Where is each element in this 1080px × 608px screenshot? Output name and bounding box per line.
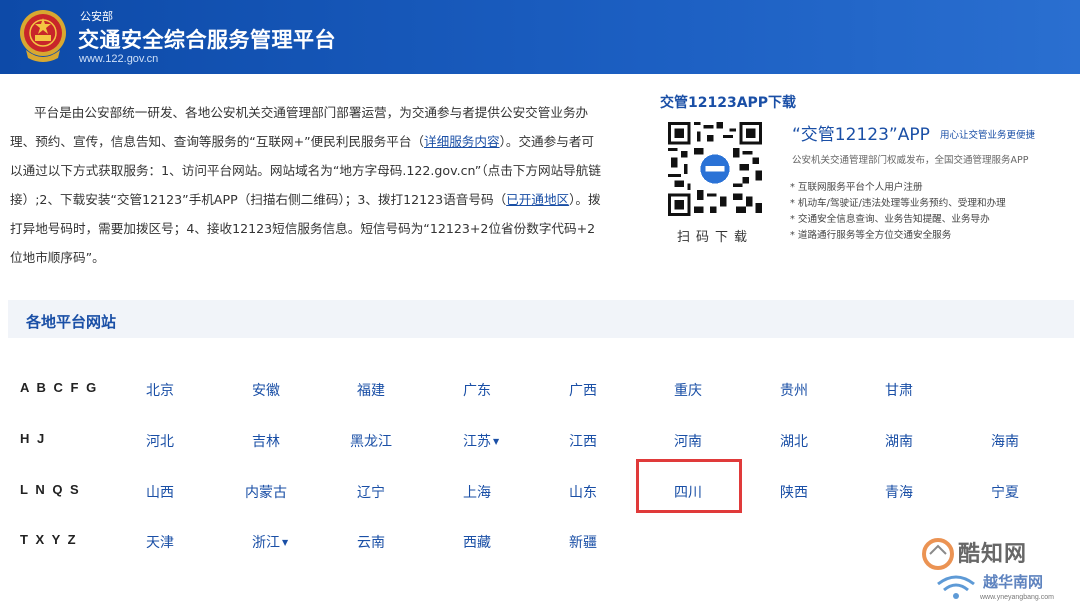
- highlight-box: [636, 459, 742, 513]
- app-feature-item: * 互联网服务平台个人用户注册: [790, 182, 923, 193]
- province-link-yunnan[interactable]: 云南: [357, 532, 385, 552]
- province-link-neimenggu[interactable]: 内蒙古: [245, 482, 287, 502]
- province-link-ningxia[interactable]: 宁夏: [991, 482, 1019, 502]
- province-link-hunan[interactable]: 湖南: [885, 431, 913, 451]
- site-header: 公安部 交通安全综合服务管理平台 www.122.gov.cn: [0, 0, 1080, 74]
- province-link-heilongjiang[interactable]: 黑龙江: [350, 431, 392, 451]
- province-link-chongqing[interactable]: 重庆: [674, 380, 702, 400]
- app-download-title: 交管12123APP下载: [660, 95, 797, 111]
- province-link-xinjiang[interactable]: 新疆: [569, 532, 597, 552]
- app-feature-item: * 道路通行服务等全方位交通安全服务: [790, 230, 952, 241]
- province-link-hebei[interactable]: 河北: [146, 431, 174, 451]
- province-link-shanxi[interactable]: 山西: [146, 482, 174, 502]
- app-feature-list: * 互联网服务平台个人用户注册 * 机动车/驾驶证/违法处理等业务预约、受理和办…: [790, 180, 1006, 244]
- page-title[interactable]: 交通安全综合服务管理平台: [78, 24, 336, 54]
- province-link-henan[interactable]: 河南: [674, 431, 702, 451]
- province-link-guangdong[interactable]: 广东: [463, 380, 491, 400]
- province-link-hainan[interactable]: 海南: [991, 431, 1019, 451]
- province-link-shaanxi[interactable]: 陕西: [780, 482, 808, 502]
- section-title: 各地平台网站: [26, 313, 117, 331]
- province-link-liaoning[interactable]: 辽宁: [357, 482, 385, 502]
- app-name: “交管12123”APP: [792, 125, 930, 145]
- group-label-abcfg: A B C F G: [20, 380, 99, 395]
- province-link-gansu[interactable]: 甘肃: [885, 380, 913, 400]
- section-header-band: [8, 300, 1074, 338]
- app-feature-item: * 交通安全信息查询、业务告知提醒、业务导办: [790, 214, 990, 225]
- watermark-logo-icon: [922, 538, 954, 570]
- watermark-site-name-2: 越华南网: [983, 573, 1044, 591]
- province-link-qinghai[interactable]: 青海: [885, 482, 913, 502]
- dropdown-triangle-icon: ▼: [282, 538, 289, 547]
- app-description: 公安机关交通管理部门权威发布，全国交通管理服务APP: [792, 155, 1029, 166]
- province-link-jiangxi[interactable]: 江西: [569, 431, 597, 451]
- province-link-beijing[interactable]: 北京: [146, 380, 174, 400]
- group-label-lnqs: L N Q S: [20, 482, 81, 497]
- province-link-zhejiang[interactable]: 浙江 ▼: [252, 532, 288, 552]
- app-slogan: 用心让交管业务更便捷: [940, 130, 1036, 141]
- province-link-tianjin[interactable]: 天津: [146, 532, 174, 552]
- national-emblem-icon: [20, 10, 66, 62]
- province-link-jiangsu[interactable]: 江苏 ▼: [463, 431, 499, 451]
- province-link-shanghai[interactable]: 上海: [463, 482, 491, 502]
- province-label: 江苏: [463, 434, 491, 450]
- intro-paragraph: 平台是由公安部统一研发、各地公安机关交通管理部门部署运营，为交通参与者提供公安交…: [10, 98, 605, 272]
- group-label-hj: H J: [20, 431, 47, 446]
- province-link-jilin[interactable]: 吉林: [252, 431, 280, 451]
- scan-download-label: 扫码下载: [676, 230, 753, 245]
- watermark-wifi-icon: [937, 575, 975, 599]
- open-regions-link[interactable]: 已开通地区: [506, 192, 569, 207]
- province-link-anhui[interactable]: 安徽: [252, 380, 280, 400]
- app-feature-item: * 机动车/驾驶证/违法处理等业务预约、受理和办理: [790, 198, 1006, 209]
- province-link-fujian[interactable]: 福建: [357, 380, 385, 400]
- service-details-link[interactable]: 详细服务内容: [424, 134, 500, 149]
- dropdown-triangle-icon: ▼: [493, 437, 500, 446]
- header-url: www.122.gov.cn: [79, 53, 159, 65]
- province-link-hubei[interactable]: 湖北: [780, 431, 808, 451]
- province-link-guangxi[interactable]: 广西: [569, 380, 597, 400]
- group-label-txyz: T X Y Z: [20, 532, 78, 547]
- qr-code-icon: [668, 122, 762, 216]
- watermark-url: www.yneyangbang.com: [980, 594, 1054, 601]
- province-link-shandong[interactable]: 山东: [569, 482, 597, 502]
- province-link-xizang[interactable]: 西藏: [463, 532, 491, 552]
- watermark-site-name: 酷知网: [958, 542, 1028, 567]
- header-dept: 公安部: [80, 10, 113, 23]
- province-link-guizhou[interactable]: 贵州: [780, 380, 808, 400]
- province-label: 浙江: [252, 535, 280, 551]
